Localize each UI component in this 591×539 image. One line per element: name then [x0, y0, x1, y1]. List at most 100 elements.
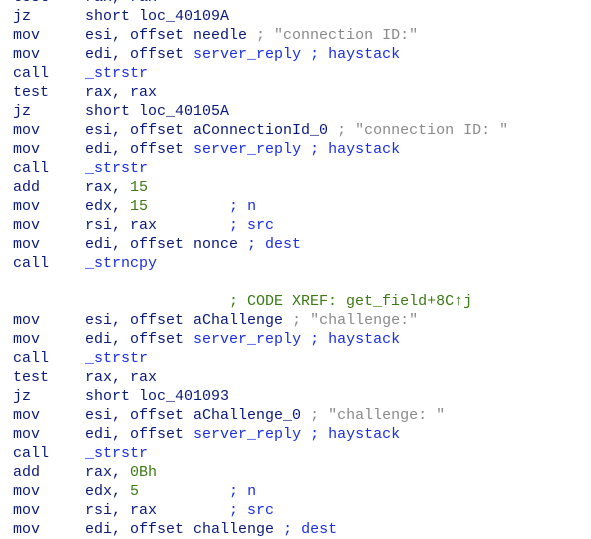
asm-token: mov: [13, 483, 86, 500]
asm-line[interactable]: mov edi, offset server_reply ; haystack: [13, 330, 508, 349]
asm-token: mov: [13, 198, 86, 215]
asm-token: call: [13, 255, 86, 272]
numeric-or-xref: 15: [130, 198, 149, 215]
asm-line[interactable]: [13, 273, 508, 292]
asm-token: esi, offset aConnectionId_0: [85, 122, 338, 139]
numeric-or-xref: 15: [130, 179, 149, 196]
asm-token: mov: [13, 407, 86, 424]
symbol-reference[interactable]: _strstr: [85, 160, 148, 177]
asm-line[interactable]: mov esi, offset aChallenge ; "challenge:…: [13, 311, 508, 330]
asm-token: rax, rax: [85, 369, 158, 386]
asm-line[interactable]: mov edi, offset server_reply ; haystack: [13, 45, 508, 64]
asm-token: mov: [13, 312, 86, 329]
asm-token: rsi, rax: [85, 502, 158, 519]
asm-token: rax, rax: [85, 0, 157, 6]
asm-token: test: [13, 84, 86, 101]
symbol-reference[interactable]: ; n: [139, 483, 256, 500]
asm-token: edi, offset: [85, 331, 194, 348]
string-comment: ; "challenge:": [292, 312, 419, 329]
asm-token: rax,: [85, 179, 131, 196]
asm-line[interactable]: mov edx, 5 ; n: [13, 482, 508, 501]
asm-token: short loc_40105A: [85, 103, 230, 120]
asm-line[interactable]: mov edi, offset challenge ; dest: [13, 520, 508, 539]
asm-token: mov: [13, 27, 86, 44]
numeric-or-xref: ; CODE XREF: get_field+8C↑j: [13, 293, 473, 310]
string-comment: ; "challenge: ": [310, 407, 446, 424]
asm-line[interactable]: call _strncpy: [13, 254, 508, 273]
asm-token: rax, rax: [85, 84, 158, 101]
symbol-reference[interactable]: _strstr: [85, 65, 148, 82]
asm-line[interactable]: test rax, rax: [13, 83, 508, 102]
numeric-or-xref: 0Bh: [130, 464, 158, 481]
symbol-reference[interactable]: _strstr: [85, 445, 148, 462]
asm-token: add: [13, 179, 86, 196]
asm-line[interactable]: mov esi, offset aChallenge_0 ; "challeng…: [13, 406, 508, 425]
symbol-reference[interactable]: ; dest: [283, 521, 337, 538]
asm-token: mov: [13, 217, 86, 234]
asm-line[interactable]: add rax, 15: [13, 178, 508, 197]
string-comment: ; "connection ID: ": [337, 122, 509, 139]
asm-line[interactable]: jz short loc_40105A: [13, 102, 508, 121]
symbol-reference[interactable]: server_reply ; haystack: [193, 426, 400, 443]
asm-line[interactable]: mov esi, offset aConnectionId_0 ; "conne…: [13, 121, 508, 140]
asm-token: call: [13, 445, 86, 462]
asm-line[interactable]: mov edi, offset nonce ; dest: [13, 235, 508, 254]
disassembly-listing[interactable]: test rax, raxjz short loc_40109Amov esi,…: [13, 0, 508, 539]
asm-line[interactable]: call _strstr: [13, 159, 508, 178]
asm-line[interactable]: call _strstr: [13, 64, 508, 83]
asm-token: mov: [13, 236, 86, 253]
symbol-reference[interactable]: ; src: [157, 502, 274, 519]
asm-token: mov: [13, 46, 86, 63]
asm-token: test: [13, 0, 85, 6]
asm-token: edi, offset nonce: [85, 236, 248, 253]
asm-line[interactable]: mov edi, offset server_reply ; haystack: [13, 425, 508, 444]
asm-token: esi, offset aChallenge_0: [85, 407, 311, 424]
symbol-reference[interactable]: ; src: [157, 217, 274, 234]
asm-line[interactable]: mov rsi, rax ; src: [13, 501, 508, 520]
asm-token: edx,: [85, 483, 131, 500]
asm-token: call: [13, 160, 86, 177]
asm-line[interactable]: mov esi, offset needle ; "connection ID:…: [13, 26, 508, 45]
asm-token: edx,: [85, 198, 131, 215]
asm-line[interactable]: call _strstr: [13, 349, 508, 368]
asm-token: mov: [13, 122, 86, 139]
asm-token: mov: [13, 521, 86, 538]
asm-line[interactable]: mov edi, offset server_reply ; haystack: [13, 140, 508, 159]
symbol-reference[interactable]: _strncpy: [85, 255, 157, 272]
asm-token: esi, offset aChallenge: [85, 312, 293, 329]
asm-line[interactable]: add rax, 0Bh: [13, 463, 508, 482]
asm-token: add: [13, 464, 86, 481]
asm-token: rsi, rax: [85, 217, 158, 234]
asm-line[interactable]: test rax, rax: [13, 0, 508, 7]
asm-line[interactable]: mov rsi, rax ; src: [13, 216, 508, 235]
asm-token: mov: [13, 141, 86, 158]
asm-token: call: [13, 65, 86, 82]
asm-token: edi, offset: [85, 426, 194, 443]
symbol-reference[interactable]: ; dest: [247, 236, 301, 253]
asm-line[interactable]: mov edx, 15 ; n: [13, 197, 508, 216]
asm-token: mov: [13, 426, 86, 443]
symbol-reference[interactable]: ; n: [148, 198, 256, 215]
asm-token: edi, offset: [85, 141, 194, 158]
asm-line[interactable]: jz short loc_40109A: [13, 7, 508, 26]
symbol-reference[interactable]: server_reply ; haystack: [193, 141, 400, 158]
numeric-or-xref: 5: [130, 483, 140, 500]
symbol-reference[interactable]: _strstr: [85, 350, 148, 367]
asm-token: test: [13, 369, 86, 386]
asm-token: mov: [13, 502, 86, 519]
symbol-reference[interactable]: server_reply ; haystack: [193, 46, 400, 63]
asm-token: jz: [13, 8, 86, 25]
asm-token: edi, offset: [85, 46, 194, 63]
asm-token: short loc_401093: [85, 388, 230, 405]
symbol-reference[interactable]: server_reply ; haystack: [193, 331, 400, 348]
asm-token: rax,: [85, 464, 131, 481]
asm-line[interactable]: jz short loc_401093: [13, 387, 508, 406]
asm-token: call: [13, 350, 86, 367]
asm-line[interactable]: call _strstr: [13, 444, 508, 463]
asm-token: short loc_40109A: [85, 8, 230, 25]
asm-line[interactable]: ; CODE XREF: get_field+8C↑j: [13, 292, 508, 311]
asm-token: jz: [13, 388, 86, 405]
asm-token: esi, offset needle: [85, 27, 257, 44]
string-comment: ; "connection ID:": [256, 27, 419, 44]
asm-line[interactable]: test rax, rax: [13, 368, 508, 387]
